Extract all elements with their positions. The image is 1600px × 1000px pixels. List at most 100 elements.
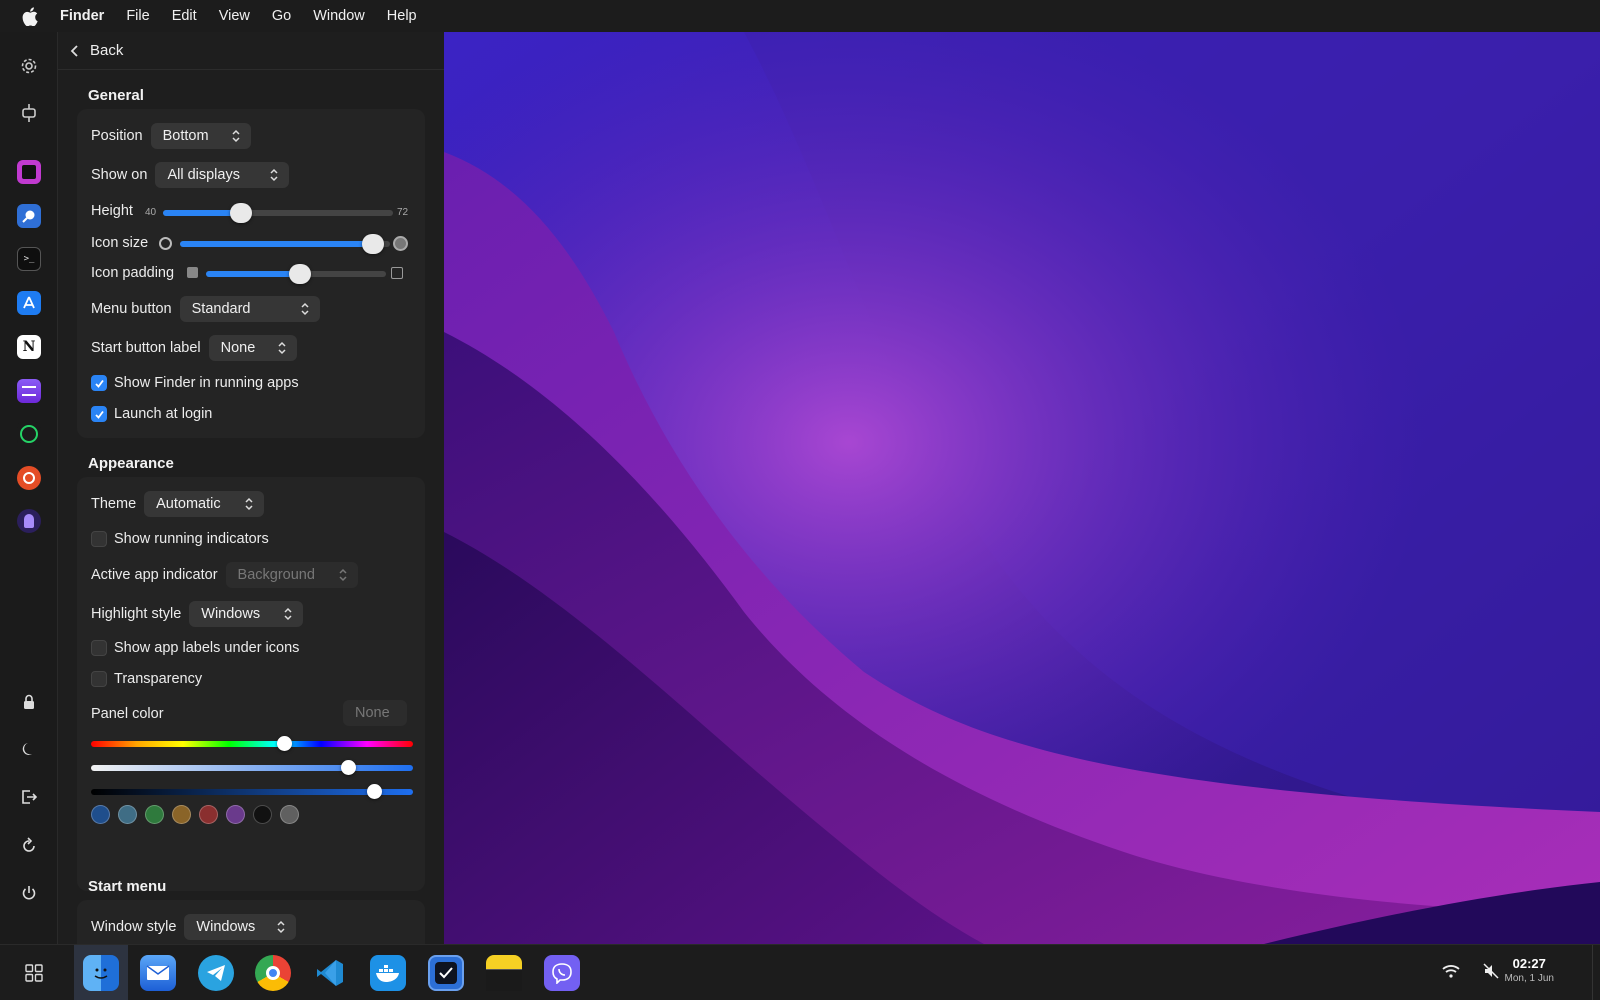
settings-icon[interactable] <box>17 54 41 78</box>
moon-icon[interactable] <box>17 737 41 761</box>
theme-select[interactable]: Automatic <box>144 491 265 517</box>
menu-app-name[interactable]: Finder <box>60 8 104 24</box>
height-slider-knob[interactable] <box>230 203 253 223</box>
chrome-taskbar-icon[interactable] <box>255 955 291 991</box>
menu-button-select[interactable]: Standard <box>179 296 320 322</box>
hue-slider[interactable] <box>91 736 413 751</box>
appearance-card: Theme Automatic Show running indicators … <box>77 477 425 891</box>
updown-chevron-icon <box>277 920 285 934</box>
height-slider[interactable] <box>163 203 393 223</box>
window-style-select[interactable]: Windows <box>184 914 297 940</box>
transparency-label: Transparency <box>114 671 203 687</box>
start-grid-icon[interactable] <box>25 964 43 985</box>
show-finder-row[interactable]: Show Finder in running apps <box>91 375 299 391</box>
swatch-6[interactable] <box>253 805 272 824</box>
transparency-row[interactable]: Transparency <box>91 671 202 687</box>
menu-go[interactable]: Go <box>272 8 291 24</box>
restart-icon[interactable] <box>17 834 41 858</box>
menu-edit[interactable]: Edit <box>172 8 197 24</box>
network-app-icon[interactable] <box>17 466 41 490</box>
menu-button-label: Menu button <box>91 301 172 317</box>
phpstorm-app-icon[interactable] <box>17 160 41 184</box>
menu-window[interactable]: Window <box>313 8 365 24</box>
vscode-taskbar-icon[interactable] <box>312 955 348 991</box>
brightness-slider-knob[interactable] <box>366 784 382 799</box>
transparency-checkbox[interactable] <box>91 671 107 687</box>
volume-muted-icon[interactable] <box>1483 963 1499 982</box>
position-select[interactable]: Bottom <box>150 123 251 149</box>
power-icon[interactable] <box>17 881 41 905</box>
color-swatches <box>91 805 311 825</box>
running-indicators-checkbox[interactable] <box>91 531 107 547</box>
saturation-slider-knob[interactable] <box>341 760 357 775</box>
launch-login-checkbox[interactable] <box>91 406 107 422</box>
things-taskbar-icon[interactable] <box>428 955 464 991</box>
logout-icon[interactable] <box>17 785 41 809</box>
panel-color-label: Panel color <box>91 706 164 722</box>
show-on-select[interactable]: All displays <box>155 162 290 188</box>
swatch-0[interactable] <box>91 805 110 824</box>
telegram-taskbar-icon[interactable] <box>198 955 234 991</box>
section-general-title: General <box>88 87 144 104</box>
section-appearance-title: Appearance <box>88 455 174 472</box>
menu-help[interactable]: Help <box>387 8 417 24</box>
theme-label: Theme <box>91 496 137 512</box>
swatch-4[interactable] <box>199 805 218 824</box>
icon-size-slider[interactable] <box>180 234 390 254</box>
active-indicator-row: Active app indicator Background <box>91 562 358 588</box>
large-padding-icon <box>391 267 403 279</box>
lock-icon[interactable] <box>17 690 41 714</box>
highlight-select[interactable]: Windows <box>189 601 304 627</box>
height-label: Height <box>91 203 133 219</box>
saturation-slider[interactable] <box>91 760 413 775</box>
launch-login-row[interactable]: Launch at login <box>91 406 212 422</box>
notion-app-icon[interactable]: N <box>17 335 41 359</box>
notes-taskbar-icon[interactable] <box>486 955 522 991</box>
running-indicators-row[interactable]: Show running indicators <box>91 531 269 547</box>
clock[interactable]: 02:27 Mon, 1 Jun <box>1505 956 1554 984</box>
icon-padding-slider-knob[interactable] <box>288 264 311 284</box>
back-button[interactable]: Back <box>58 32 444 70</box>
show-on-value: All displays <box>167 167 240 183</box>
whatsapp-app-icon[interactable] <box>17 422 41 446</box>
proxyman-app-icon[interactable] <box>17 204 41 228</box>
swatch-2[interactable] <box>145 805 164 824</box>
large-icon-size-icon <box>393 236 408 251</box>
menu-file[interactable]: File <box>126 8 149 24</box>
active-indicator-select[interactable]: Background <box>225 562 358 588</box>
app-labels-row[interactable]: Show app labels under icons <box>91 640 299 656</box>
menu-view[interactable]: View <box>219 8 250 24</box>
viber-taskbar-icon[interactable] <box>544 955 580 991</box>
theme-row: Theme Automatic <box>91 491 265 517</box>
brightness-slider[interactable] <box>91 784 413 799</box>
swatch-5[interactable] <box>226 805 245 824</box>
swatch-3[interactable] <box>172 805 191 824</box>
start-button-label-select[interactable]: None <box>208 335 297 361</box>
wifi-icon[interactable] <box>1442 964 1460 981</box>
finder-taskbar-icon[interactable] <box>83 955 119 991</box>
apple-icon[interactable] <box>22 6 40 26</box>
highlight-value: Windows <box>201 606 261 622</box>
swatch-1[interactable] <box>118 805 137 824</box>
app-labels-checkbox[interactable] <box>91 640 107 656</box>
tasks-app-icon[interactable] <box>17 379 41 403</box>
show-finder-label: Show Finder in running apps <box>114 375 299 391</box>
icon-size-slider-knob[interactable] <box>362 234 385 254</box>
terminal-app-icon[interactable]: >_ <box>17 247 41 271</box>
updown-chevron-icon <box>339 568 347 582</box>
show-desktop-button[interactable] <box>1592 945 1600 1000</box>
icon-size-slider-fill <box>180 241 374 247</box>
show-on-label: Show on <box>91 167 148 183</box>
swatch-7[interactable] <box>280 805 299 824</box>
icon-padding-slider[interactable] <box>206 264 386 284</box>
settings-panel: Back General Position Bottom Show on All… <box>58 32 444 944</box>
mail-taskbar-icon[interactable] <box>140 955 176 991</box>
pinwheel-app-icon[interactable] <box>17 509 41 533</box>
app-store-app-icon[interactable] <box>17 291 41 315</box>
dock-icon[interactable] <box>17 101 41 125</box>
panel-color-none-button[interactable]: None <box>343 700 407 726</box>
show-finder-checkbox[interactable] <box>91 375 107 391</box>
window-style-row: Window style Windows <box>91 914 297 940</box>
hue-slider-knob[interactable] <box>276 736 292 751</box>
docker-taskbar-icon[interactable] <box>370 955 406 991</box>
